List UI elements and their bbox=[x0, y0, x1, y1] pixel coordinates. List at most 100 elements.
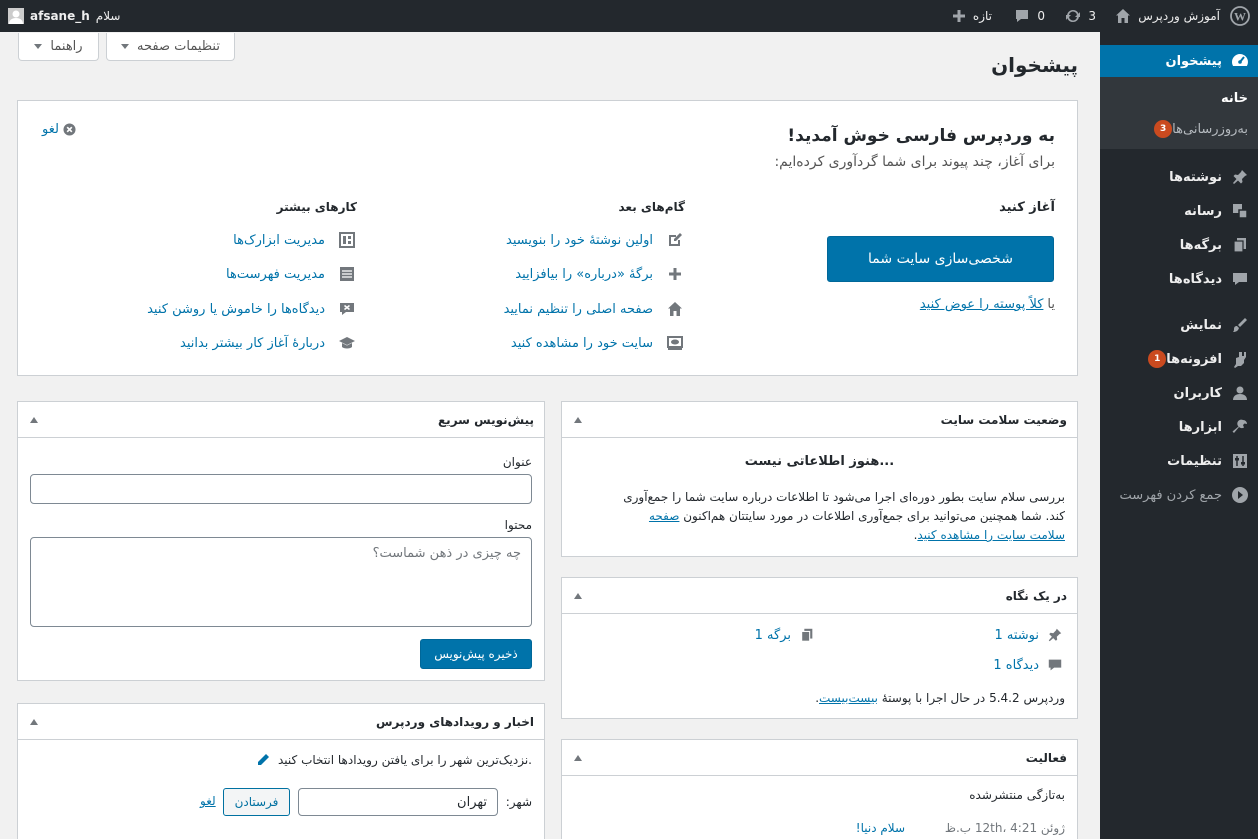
next-step-link[interactable]: برگهٔ «درباره» را بیافزایید bbox=[515, 267, 653, 282]
customize-site-button[interactable]: شخصی‌سازی سایت شما bbox=[827, 236, 1054, 282]
help-button[interactable]: راهنما bbox=[18, 33, 99, 61]
more-action-item[interactable]: مدیریت ابزارک‌ها bbox=[233, 230, 357, 250]
city-input[interactable]: تهران bbox=[298, 788, 498, 816]
next-step-item[interactable]: برگهٔ «درباره» را بیافزایید bbox=[515, 264, 685, 284]
dashboard-submenu: خانه 3 به‌روزرسانی‌ها bbox=[1100, 77, 1258, 149]
save-draft-button[interactable]: ذخیره پیش‌نویس bbox=[420, 639, 532, 669]
sidebar-item-dashboard[interactable]: پیشخوان bbox=[1100, 45, 1258, 77]
next-step-item[interactable]: اولین نوشتهٔ خود را بنویسید bbox=[506, 230, 685, 250]
appearance-icon bbox=[1222, 316, 1258, 334]
svg-text:W: W bbox=[1234, 10, 1246, 24]
content-label: محتوا bbox=[504, 518, 532, 532]
pencil-icon[interactable] bbox=[256, 753, 270, 767]
site-health-link[interactable]: صفحه bbox=[649, 509, 679, 523]
sidebar-item-media[interactable]: رسانه bbox=[1100, 194, 1258, 228]
sidebar-item-label: پیشخوان bbox=[1165, 53, 1223, 69]
events-prompt: نزدیک‌ترین شهر را برای یافتن رویدادها ان… bbox=[256, 753, 532, 767]
site-health-line-2: کند. شما همچنین می‌توانید برای جمع‌آوری … bbox=[679, 509, 1065, 523]
toggle-arrow-icon[interactable] bbox=[574, 754, 582, 761]
updates-menu[interactable]: 3 bbox=[1064, 0, 1096, 32]
toggle-arrow-icon[interactable] bbox=[30, 416, 38, 423]
sidebar-item-label: دیدگاه‌ها bbox=[1168, 271, 1222, 287]
caret-down-icon bbox=[121, 44, 130, 49]
wordpress-logo-icon: W bbox=[1230, 6, 1250, 26]
sidebar-item-settings[interactable]: تنظیمات bbox=[1100, 444, 1258, 478]
comment-icon bbox=[1222, 270, 1258, 288]
glance-posts[interactable]: 1 نوشته bbox=[994, 625, 1065, 645]
more-action-item[interactable]: دربارهٔ آغاز کار بیشتر بدانید bbox=[180, 333, 357, 353]
next-step-link[interactable]: صفحه اصلی را تنظیم نمایید bbox=[504, 302, 653, 317]
media-icon bbox=[1222, 202, 1258, 220]
next-step-item[interactable]: صفحه اصلی را تنظیم نمایید bbox=[504, 299, 685, 319]
next-step-link[interactable]: سایت خود را مشاهده کنید bbox=[511, 336, 653, 351]
new-content-menu[interactable]: تازه bbox=[951, 0, 992, 32]
sidebar-item-label: کاربران bbox=[1173, 385, 1222, 401]
sidebar-item-plugins[interactable]: 1 افزونه‌ها bbox=[1100, 342, 1258, 376]
pages-icon bbox=[1222, 236, 1258, 254]
cancel-link[interactable]: لغو bbox=[200, 794, 216, 808]
widget-header: در یک نگاه bbox=[562, 578, 1077, 614]
site-name: آموزش وردپرس bbox=[1138, 9, 1220, 23]
more-action-link[interactable]: دیدگاه‌ها را خاموش یا روشن کنید bbox=[147, 302, 325, 317]
theme-link[interactable]: بیست‌بیست bbox=[819, 691, 878, 705]
plugins-icon bbox=[1222, 350, 1258, 368]
more-action-link[interactable]: مدیریت فهرست‌ها bbox=[226, 267, 325, 282]
pages-icon bbox=[797, 625, 817, 645]
screen-options-label: تنظیمات صفحه bbox=[137, 39, 220, 54]
city-value: تهران bbox=[457, 794, 487, 810]
welcome-panel: به وردپرس فارسی خوش آمدید! برای آغاز، چن… bbox=[17, 100, 1078, 376]
submenu-home[interactable]: خانه bbox=[1221, 91, 1248, 106]
next-step-item[interactable]: سایت خود را مشاهده کنید bbox=[511, 333, 685, 353]
collapse-icon bbox=[1222, 486, 1258, 504]
more-action-link[interactable]: مدیریت ابزارک‌ها bbox=[233, 233, 325, 248]
more-actions-heading: کارهای بیشتر bbox=[276, 200, 357, 214]
updates-badge: 3 bbox=[1154, 120, 1173, 138]
new-label: تازه bbox=[972, 9, 992, 23]
draft-content-textarea[interactable]: چه چیزی در ذهن شماست؟ bbox=[30, 537, 532, 627]
widget-header: اخبار و رویدادهای وردپرس bbox=[18, 704, 544, 740]
comments-menu[interactable]: 0 bbox=[1013, 0, 1045, 32]
more-action-item[interactable]: دیدگاه‌ها را خاموش یا روشن کنید bbox=[147, 299, 357, 319]
glance-pages[interactable]: 1 برگه bbox=[755, 625, 817, 645]
submit-city-button[interactable]: فرستادن bbox=[223, 788, 290, 816]
site-health-widget: وضعیت سلامت سایت هنوز اطلاعاتی نیست... ب… bbox=[561, 401, 1078, 557]
sidebar-item-comments[interactable]: دیدگاه‌ها bbox=[1100, 262, 1258, 296]
avatar bbox=[8, 8, 24, 24]
activity-post-link[interactable]: سلام دنیا! bbox=[856, 821, 905, 835]
my-account-menu[interactable]: afsane_h سلام bbox=[8, 0, 120, 32]
dashboard-icon bbox=[1222, 51, 1258, 71]
more-action-link[interactable]: دربارهٔ آغاز کار بیشتر بدانید bbox=[180, 336, 325, 351]
more-action-item[interactable]: مدیریت فهرست‌ها bbox=[226, 264, 357, 284]
widget-header: فعالیت bbox=[562, 740, 1077, 776]
glance-comments[interactable]: 1 دیدگاه bbox=[993, 655, 1065, 675]
welcome-dismiss[interactable]: لغو bbox=[42, 122, 76, 137]
sidebar-item-pages[interactable]: برگه‌ها bbox=[1100, 228, 1258, 262]
screen-options-button[interactable]: تنظیمات صفحه bbox=[106, 33, 235, 61]
site-name-menu[interactable]: آموزش وردپرس bbox=[1114, 0, 1220, 32]
recently-published-heading: به‌تازگی منتشرشده bbox=[969, 788, 1065, 802]
sidebar-item-tools[interactable]: ابزارها bbox=[1100, 410, 1258, 444]
next-step-link[interactable]: اولین نوشتهٔ خود را بنویسید bbox=[506, 233, 653, 248]
sidebar-item-appearance[interactable]: نمایش bbox=[1100, 308, 1258, 342]
posts-count-link[interactable]: 1 نوشته bbox=[994, 628, 1039, 643]
sidebar-item-posts[interactable]: نوشته‌ها bbox=[1100, 160, 1258, 194]
title-label: عنوان bbox=[502, 455, 532, 469]
help-label: راهنما bbox=[50, 39, 83, 54]
sidebar-collapse[interactable]: جمع کردن فهرست bbox=[1100, 478, 1258, 512]
change-theme-link[interactable]: کلاً پوسته را عوض کنید bbox=[920, 297, 1044, 312]
toggle-arrow-icon[interactable] bbox=[574, 416, 582, 423]
draft-title-input[interactable] bbox=[30, 474, 532, 504]
edit-icon bbox=[665, 230, 685, 250]
at-a-glance-widget: در یک نگاه 1 نوشته 1 برگه 1 دیدگاه وردپر… bbox=[561, 577, 1078, 719]
site-health-link-2[interactable]: سلامت سایت را مشاهده کنید bbox=[917, 528, 1065, 542]
sidebar-item-users[interactable]: کاربران bbox=[1100, 376, 1258, 410]
widgets-icon bbox=[337, 230, 357, 250]
pages-count-link[interactable]: 1 برگه bbox=[755, 628, 791, 643]
greeting: سلام bbox=[95, 9, 121, 23]
submenu-updates[interactable]: 3 به‌روزرسانی‌ها bbox=[1148, 120, 1248, 138]
toggle-arrow-icon[interactable] bbox=[30, 718, 38, 725]
toggle-arrow-icon[interactable] bbox=[574, 592, 582, 599]
wp-logo-menu[interactable]: W bbox=[1230, 0, 1250, 32]
comments-count-link[interactable]: 1 دیدگاه bbox=[993, 658, 1039, 673]
learn-more-icon bbox=[337, 333, 357, 353]
